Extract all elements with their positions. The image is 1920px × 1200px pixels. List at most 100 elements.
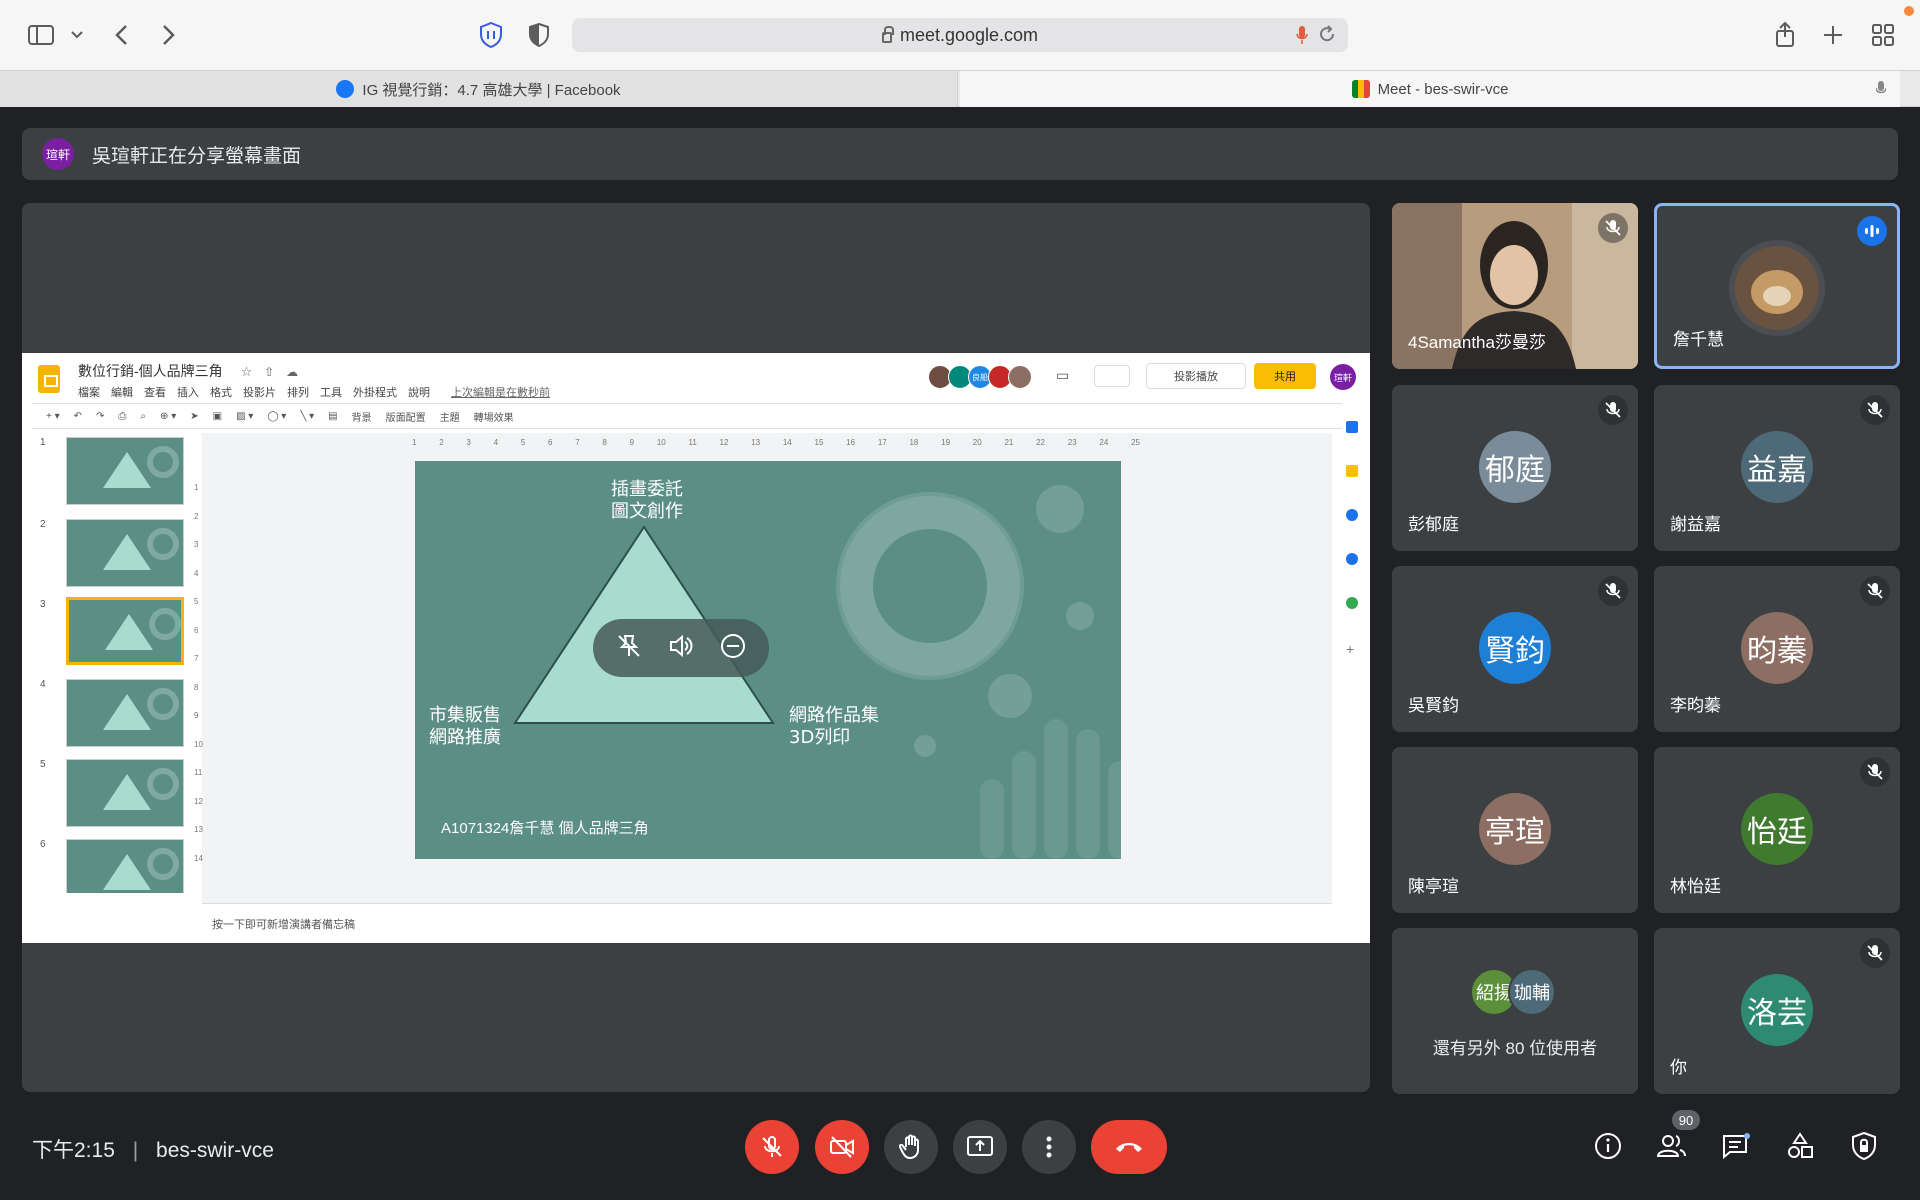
- menu-addons[interactable]: 外掛程式: [353, 384, 397, 400]
- participant-tile[interactable]: 賢鈞 吳賢鈞: [1392, 566, 1638, 732]
- document-title[interactable]: 數位行銷-個人品牌三角 ☆ ⇧ ☁: [78, 361, 298, 381]
- ruler-mark: 21: [1004, 438, 1014, 447]
- reload-icon[interactable]: [1318, 25, 1336, 48]
- menu-edit[interactable]: 編輯: [111, 384, 133, 400]
- mic-off-icon: [762, 1136, 782, 1157]
- participant-tile[interactable]: 怡廷 林怡廷: [1654, 747, 1900, 913]
- activities-button[interactable]: [1780, 1126, 1820, 1166]
- present-now-button[interactable]: [953, 1120, 1007, 1174]
- host-controls-button[interactable]: [1844, 1126, 1884, 1166]
- contacts-icon[interactable]: [1346, 553, 1358, 565]
- leave-call-button[interactable]: [1091, 1120, 1167, 1174]
- chevron-down-icon[interactable]: [62, 20, 92, 50]
- menu-slide[interactable]: 投影片: [243, 384, 276, 400]
- ruler-mark: 1: [412, 438, 417, 447]
- forward-icon[interactable]: [154, 20, 184, 50]
- participant-tile[interactable]: 昀蓁 李昀蓁: [1654, 566, 1900, 732]
- textbox-icon[interactable]: ▣: [213, 411, 222, 422]
- present-button[interactable]: 投影播放: [1146, 363, 1246, 389]
- hand-icon: [899, 1134, 919, 1160]
- star-icon[interactable]: ☆: [241, 364, 253, 379]
- shape-icon[interactable]: ◯ ▾: [267, 411, 286, 422]
- self-tile[interactable]: 洛芸 你: [1654, 928, 1900, 1094]
- speaker-notes[interactable]: 按一下即可新增演講者備忘稿: [202, 903, 1332, 943]
- calendar-icon[interactable]: [1346, 421, 1358, 433]
- ruler-mark: 2: [439, 438, 444, 447]
- slide-thumbnail-selected[interactable]: [66, 597, 184, 665]
- address-bar[interactable]: meet.google.com: [572, 18, 1348, 52]
- menu-tools[interactable]: 工具: [320, 384, 342, 400]
- sidebar-toggle-icon[interactable]: [26, 20, 56, 50]
- participant-tile[interactable]: 亭瑄 陳亭瑄: [1392, 747, 1638, 913]
- more-options-button[interactable]: [1022, 1120, 1076, 1174]
- raise-hand-button[interactable]: [884, 1120, 938, 1174]
- share-icon[interactable]: [1770, 20, 1800, 50]
- theme-button[interactable]: 主題: [440, 409, 460, 424]
- slide-thumbnail[interactable]: [66, 519, 184, 587]
- layout-button[interactable]: 版面配置: [386, 409, 426, 424]
- privacy-shield-icon[interactable]: [476, 20, 506, 50]
- lock-icon: [881, 25, 894, 43]
- menu-insert[interactable]: 插入: [177, 384, 199, 400]
- slide-thumbnail[interactable]: [66, 437, 184, 505]
- microphone-icon[interactable]: [1875, 81, 1887, 101]
- comments-icon[interactable]: ▭: [1056, 367, 1069, 384]
- microphone-icon[interactable]: [1296, 25, 1308, 50]
- people-button[interactable]: [1652, 1126, 1692, 1166]
- slide-thumbnail[interactable]: [66, 679, 184, 747]
- slide-thumbnail[interactable]: [66, 839, 184, 893]
- chat-button[interactable]: [1716, 1126, 1756, 1166]
- current-slide[interactable]: 插畫委託 圖文創作 市集販售 網路推廣 網路作品集 3D列印 A1071324詹…: [415, 461, 1121, 859]
- redo-icon[interactable]: ↷: [96, 411, 104, 422]
- undo-icon[interactable]: ↶: [74, 411, 82, 422]
- comment-icon[interactable]: ▤: [328, 411, 337, 422]
- tab-facebook[interactable]: IG 視覺行銷：4.7 高雄大學 | Facebook: [0, 71, 958, 107]
- menu-file[interactable]: 檔案: [78, 384, 100, 400]
- camera-toggle-button[interactable]: [815, 1120, 869, 1174]
- zoom-icon[interactable]: ⊕ ▾: [160, 411, 176, 422]
- tab-meet[interactable]: Meet - bes-swir-vce: [960, 71, 1900, 107]
- add-icon[interactable]: +: [1346, 641, 1358, 657]
- menu-arrange[interactable]: 排列: [287, 384, 309, 400]
- microphone-toggle-button[interactable]: [745, 1120, 799, 1174]
- minimize-icon[interactable]: [720, 633, 746, 664]
- meeting-info: 下午2:15 | bes-swir-vce: [32, 1134, 274, 1164]
- reader-shield-icon[interactable]: [524, 20, 554, 50]
- slide-text-top-2: 圖文創作: [611, 501, 683, 522]
- tasks-icon[interactable]: [1346, 509, 1358, 521]
- participant-tile[interactable]: 益嘉 謝益嘉: [1654, 385, 1900, 551]
- back-icon[interactable]: [106, 20, 136, 50]
- pin-off-icon[interactable]: [616, 633, 642, 664]
- meeting-time: 下午2:15: [32, 1139, 115, 1162]
- print-icon[interactable]: ⎙: [118, 411, 126, 422]
- select-icon[interactable]: ➤: [190, 411, 198, 422]
- last-edit-link[interactable]: 上次編輯是在數秒前: [451, 384, 550, 400]
- paint-format-icon[interactable]: ⌕: [140, 411, 146, 422]
- line-icon[interactable]: ╲ ▾: [300, 411, 314, 422]
- avatar: 益嘉: [1741, 431, 1813, 503]
- share-button[interactable]: 共用: [1254, 363, 1316, 389]
- maps-icon[interactable]: [1346, 597, 1358, 609]
- shared-screen[interactable]: 數位行銷-個人品牌三角 ☆ ⇧ ☁ 檔案 編輯 查看 插入 格式 投影片 排列 …: [22, 203, 1370, 1092]
- participant-tile[interactable]: 4Samantha莎曼莎: [1392, 203, 1638, 369]
- meet-present-icon[interactable]: [1094, 365, 1130, 387]
- tab-overview-icon[interactable]: [1868, 20, 1898, 50]
- new-tab-icon[interactable]: [1818, 20, 1848, 50]
- participant-tile-active-speaker[interactable]: 詹千慧: [1654, 203, 1900, 369]
- keep-icon[interactable]: [1346, 465, 1358, 477]
- participant-tile[interactable]: 郁庭 彭郁庭: [1392, 385, 1638, 551]
- menu-help[interactable]: 說明: [408, 384, 430, 400]
- bg-button[interactable]: 背景: [352, 409, 372, 424]
- image-icon[interactable]: ▨ ▾: [236, 411, 253, 422]
- slide-thumbnail[interactable]: [66, 759, 184, 827]
- menu-format[interactable]: 格式: [210, 384, 232, 400]
- others-tile[interactable]: 紹揚 珈輔 還有另外 80 位使用者: [1392, 928, 1638, 1094]
- move-icon[interactable]: ⇧: [264, 365, 274, 379]
- account-avatar[interactable]: 瑄軒: [1330, 364, 1356, 390]
- info-icon: [1595, 1133, 1621, 1159]
- volume-icon[interactable]: [668, 633, 694, 664]
- new-slide-icon[interactable]: + ▾: [46, 411, 60, 422]
- transition-button[interactable]: 轉場效果: [474, 409, 514, 424]
- meeting-details-button[interactable]: [1588, 1126, 1628, 1166]
- menu-view[interactable]: 查看: [144, 384, 166, 400]
